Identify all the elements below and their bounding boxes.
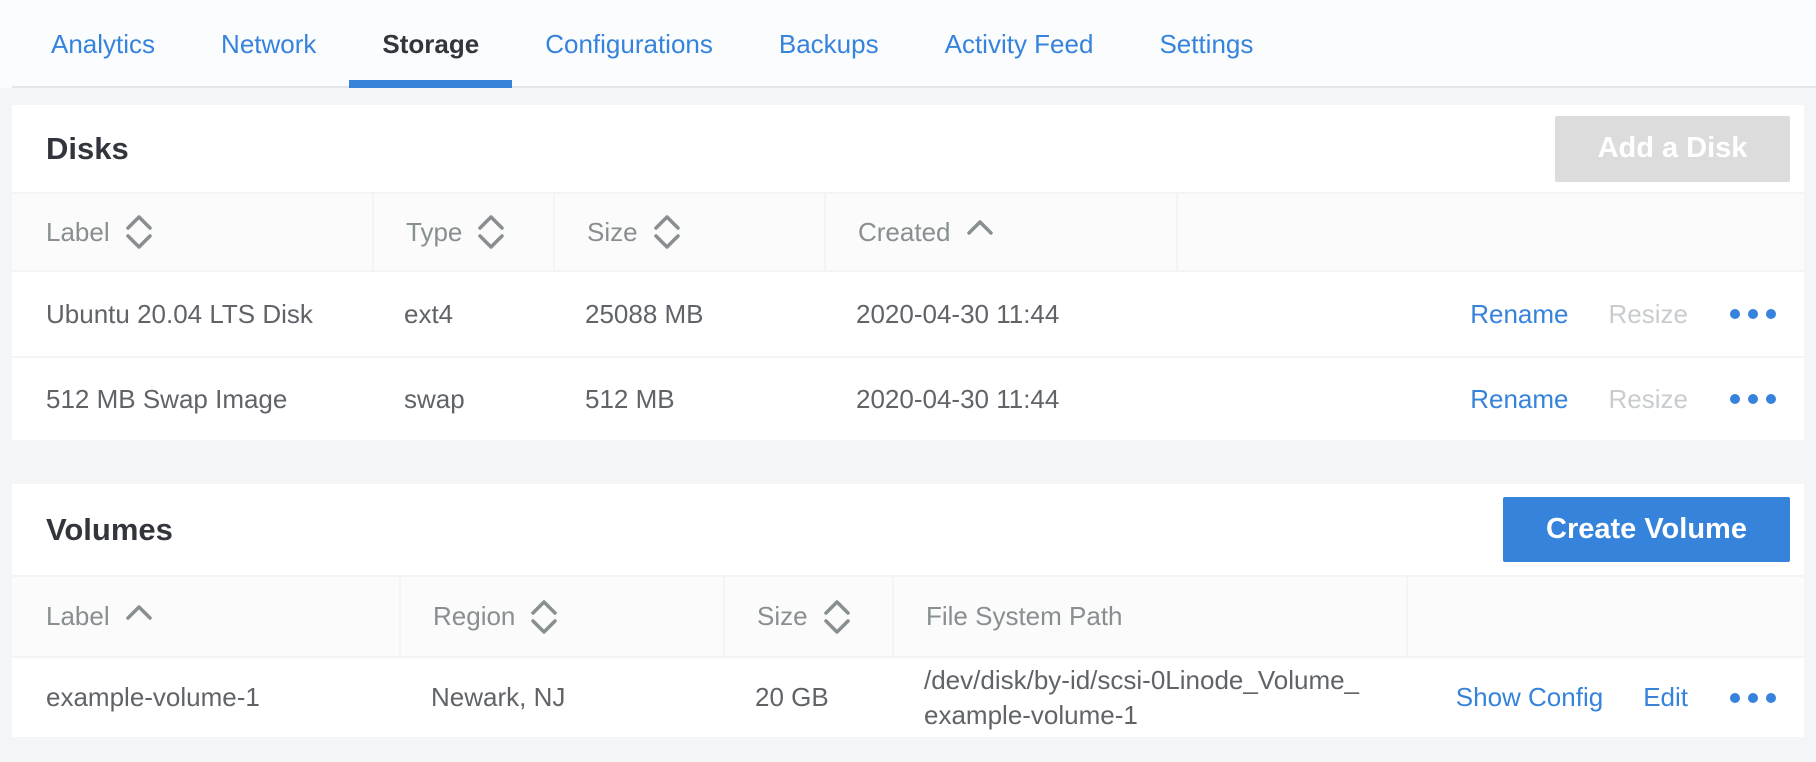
show-config-link[interactable]: Show Config [1456,682,1603,713]
create-volume-button[interactable]: Create Volume [1503,497,1790,562]
disks-column-label-text: Label [46,217,110,248]
sort-both-icon [529,599,559,635]
rename-link[interactable]: Rename [1470,384,1568,415]
volumes-card-header: Volumes Create Volume [12,484,1804,575]
resize-link: Resize [1609,384,1688,415]
disk-label-cell: Ubuntu 20.04 LTS Disk [12,299,372,330]
tab-configurations[interactable]: Configurations [512,0,746,88]
tab-activity-feed[interactable]: Activity Feed [912,0,1127,88]
tab-network[interactable]: Network [188,0,349,88]
disks-column-type-text: Type [406,217,462,248]
volumes-column-path-text: File System Path [926,601,1123,632]
disk-created-cell: 2020-04-30 11:44 [824,384,1176,415]
storage-tab-bar: Analytics Network Storage Configurations… [0,0,1816,88]
disks-column-created-text: Created [858,217,951,248]
tab-settings[interactable]: Settings [1126,0,1286,88]
volume-row-example: example-volume-1 Newark, NJ 20 GB /dev/d… [12,658,1804,737]
volumes-column-label-text: Label [46,601,110,632]
disks-card-header: Disks Add a Disk [12,105,1804,192]
volumes-column-actions [1406,577,1804,656]
sort-both-icon [124,214,154,250]
disks-column-actions [1176,194,1804,270]
disks-column-size-text: Size [587,217,638,248]
ellipsis-icon[interactable] [1728,388,1778,410]
disk-size-cell: 25088 MB [553,299,824,330]
ellipsis-icon[interactable] [1728,303,1778,325]
volumes-column-region[interactable]: Region [399,577,723,656]
ellipsis-icon[interactable] [1728,687,1778,709]
disks-column-label[interactable]: Label [12,194,372,270]
sort-both-icon [476,214,506,250]
volumes-column-size[interactable]: Size [723,577,892,656]
disks-column-created[interactable]: Created [824,194,1176,270]
disks-column-type[interactable]: Type [372,194,553,270]
disk-row-actions: Rename Resize [1176,384,1804,415]
tab-storage[interactable]: Storage [349,0,512,88]
volumes-column-label[interactable]: Label [12,577,399,656]
disks-card: Disks Add a Disk Label Type Size Created [12,105,1804,440]
disk-row-swap: 512 MB Swap Image swap 512 MB 2020-04-30… [12,356,1804,440]
disk-type-cell: ext4 [372,299,553,330]
resize-link: Resize [1609,299,1688,330]
disk-size-cell: 512 MB [553,384,824,415]
volume-label-cell: example-volume-1 [12,682,399,713]
disk-created-cell: 2020-04-30 11:44 [824,299,1176,330]
disk-label-cell: 512 MB Swap Image [12,384,372,415]
sort-asc-icon [124,603,154,621]
disks-title: Disks [46,131,129,167]
add-a-disk-button: Add a Disk [1555,116,1790,182]
volume-size-cell: 20 GB [723,682,892,713]
sort-both-icon [652,214,682,250]
volumes-table-header: Label Region Size File System Path [12,575,1804,658]
volumes-title: Volumes [46,512,173,548]
disk-type-cell: swap [372,384,553,415]
volume-path-cell: /dev/disk/by-id/scsi-0Linode_Volume_exam… [892,663,1406,733]
volume-row-actions: Show Config Edit [1406,682,1804,713]
volume-region-cell: Newark, NJ [399,682,723,713]
rename-link[interactable]: Rename [1470,299,1568,330]
volumes-card: Volumes Create Volume Label Region Size … [12,484,1804,737]
tab-backups[interactable]: Backups [746,0,912,88]
tab-analytics[interactable]: Analytics [18,0,188,88]
disk-row-actions: Rename Resize [1176,299,1804,330]
disks-table-header: Label Type Size Created [12,192,1804,272]
edit-link[interactable]: Edit [1643,682,1688,713]
sort-asc-icon [965,218,995,236]
sort-both-icon [822,599,852,635]
volumes-column-region-text: Region [433,601,515,632]
volumes-column-size-text: Size [757,601,808,632]
disk-row-ubuntu: Ubuntu 20.04 LTS Disk ext4 25088 MB 2020… [12,272,1804,356]
disks-column-size[interactable]: Size [553,194,824,270]
volumes-column-path: File System Path [892,577,1406,656]
